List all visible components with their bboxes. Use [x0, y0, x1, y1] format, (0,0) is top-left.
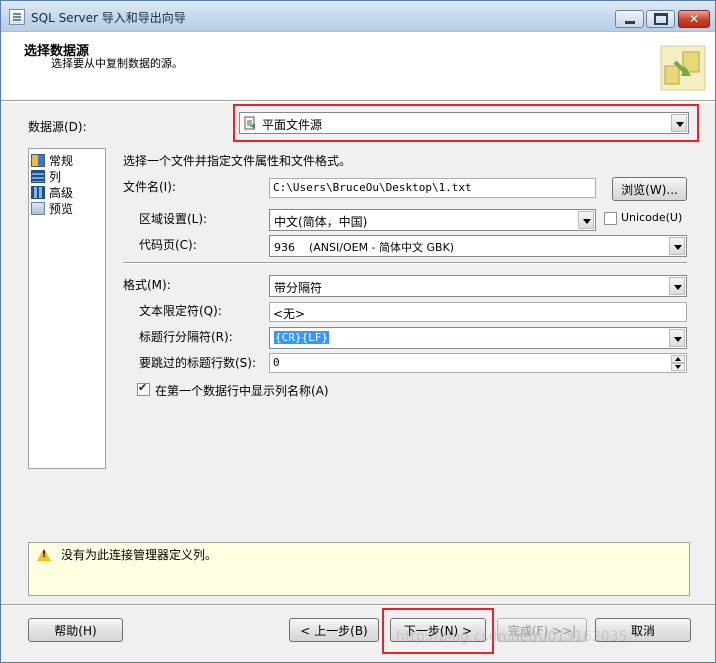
chevron-down-icon[interactable] [669, 329, 685, 347]
nav-item-label: 常规 [49, 153, 74, 168]
close-icon: ✕ [688, 12, 700, 26]
locale-value: 中文(简体，中国) [274, 215, 368, 229]
nav-item-label: 预览 [49, 201, 74, 216]
codepage-label: 代码页(C): [139, 238, 197, 252]
footer-separator [1, 604, 715, 606]
close-button[interactable]: ✕ [678, 10, 710, 28]
format-select[interactable]: 带分隔符 [269, 275, 687, 297]
spin-down-icon[interactable] [671, 363, 685, 371]
minimize-button[interactable] [615, 10, 644, 28]
chevron-down-icon[interactable] [669, 277, 685, 295]
header-rows-skip-value: 0 [273, 356, 280, 369]
back-button[interactable]: < 上一步(B) [289, 618, 379, 642]
advanced-icon [31, 185, 45, 199]
format-value: 带分隔符 [274, 281, 323, 295]
unicode-checkbox[interactable] [604, 212, 617, 225]
app-icon [9, 9, 25, 25]
codepage-value: 936 (ANSI/OEM - 简体中文 GBK) [274, 241, 455, 254]
column-names-label: 在第一个数据行中显示列名称(A) [155, 384, 329, 398]
nav-item-preview[interactable]: 预览 [31, 200, 73, 216]
preview-icon [31, 201, 45, 215]
datasource-label: 数据源(D): [28, 120, 87, 134]
minimize-icon [624, 20, 635, 24]
help-button[interactable]: 帮助(H) [28, 618, 123, 642]
filename-label: 文件名(I): [123, 180, 176, 194]
column-names-checkbox[interactable] [137, 381, 150, 396]
filename-input[interactable]: C:\Users\BruceOu\Desktop\1.txt [269, 178, 596, 198]
chevron-down-icon[interactable] [578, 211, 594, 229]
text-qualifier-label: 文本限定符(Q): [139, 304, 222, 318]
message-panel: ! 没有为此连接管理器定义列。 [28, 542, 690, 596]
nav-item-label: 列 [49, 169, 62, 184]
header-row-delimiter-label: 标题行分隔符(R): [139, 330, 233, 344]
nav-item-general[interactable]: 常规 [31, 152, 73, 168]
page-subtitle: 选择要从中复制数据的源。 [51, 57, 183, 70]
text-qualifier-input[interactable]: <无> [269, 302, 687, 322]
codepage-select[interactable]: 936 (ANSI/OEM - 简体中文 GBK) [269, 235, 687, 257]
options-nav: 常规 列 高级 预览 [28, 148, 106, 469]
general-icon [31, 153, 45, 167]
form-intro: 选择一个文件并指定文件属性和文件格式。 [123, 154, 352, 168]
locale-select[interactable]: 中文(简体，中国) [269, 209, 596, 231]
nav-item-label: 高级 [49, 185, 74, 200]
header-separator [1, 100, 715, 103]
datasource-select[interactable]: 平面文件源 [239, 112, 689, 134]
title-bar[interactable]: SQL Server 导入和导出向导 ✕ [1, 1, 715, 32]
header-rows-skip-label: 要跳过的标题行数(S): [139, 356, 257, 370]
chevron-down-icon[interactable] [671, 114, 687, 132]
message-text: 没有为此连接管理器定义列。 [61, 548, 218, 562]
watermark: http://blog.csdn.net/u013162035 [396, 629, 628, 645]
format-label: 格式(M): [123, 278, 171, 292]
nav-item-columns[interactable]: 列 [31, 168, 61, 184]
text-qualifier-value: <无> [273, 307, 306, 321]
browse-button[interactable]: 浏览(W)... [612, 177, 687, 201]
header-row-delimiter-select[interactable]: {CR}{LF} [269, 327, 687, 349]
chevron-down-icon[interactable] [669, 237, 685, 255]
spin-buttons[interactable] [671, 355, 685, 371]
nav-item-advanced[interactable]: 高级 [31, 184, 73, 200]
maximize-icon [653, 13, 668, 25]
section-divider [123, 262, 687, 264]
filename-value: C:\Users\BruceOu\Desktop\1.txt [273, 181, 472, 194]
header-rows-skip-stepper[interactable]: 0 [269, 353, 687, 373]
wizard-window: SQL Server 导入和导出向导 ✕ 选择数据源 选择要从中复制数据的源。 … [0, 0, 716, 663]
datasource-value: 平面文件源 [262, 118, 323, 132]
columns-icon [31, 169, 45, 183]
maximize-button[interactable] [646, 10, 675, 28]
window-title: SQL Server 导入和导出向导 [31, 11, 186, 25]
flat-file-icon [244, 116, 257, 130]
header-row-delimiter-value: {CR}{LF} [274, 331, 329, 344]
unicode-label: Unicode(U) [621, 211, 683, 224]
wizard-graphic-icon [660, 45, 706, 91]
wizard-header: 选择数据源 选择要从中复制数据的源。 [1, 32, 715, 101]
spin-up-icon[interactable] [671, 355, 685, 363]
locale-label: 区域设置(L): [139, 212, 208, 226]
